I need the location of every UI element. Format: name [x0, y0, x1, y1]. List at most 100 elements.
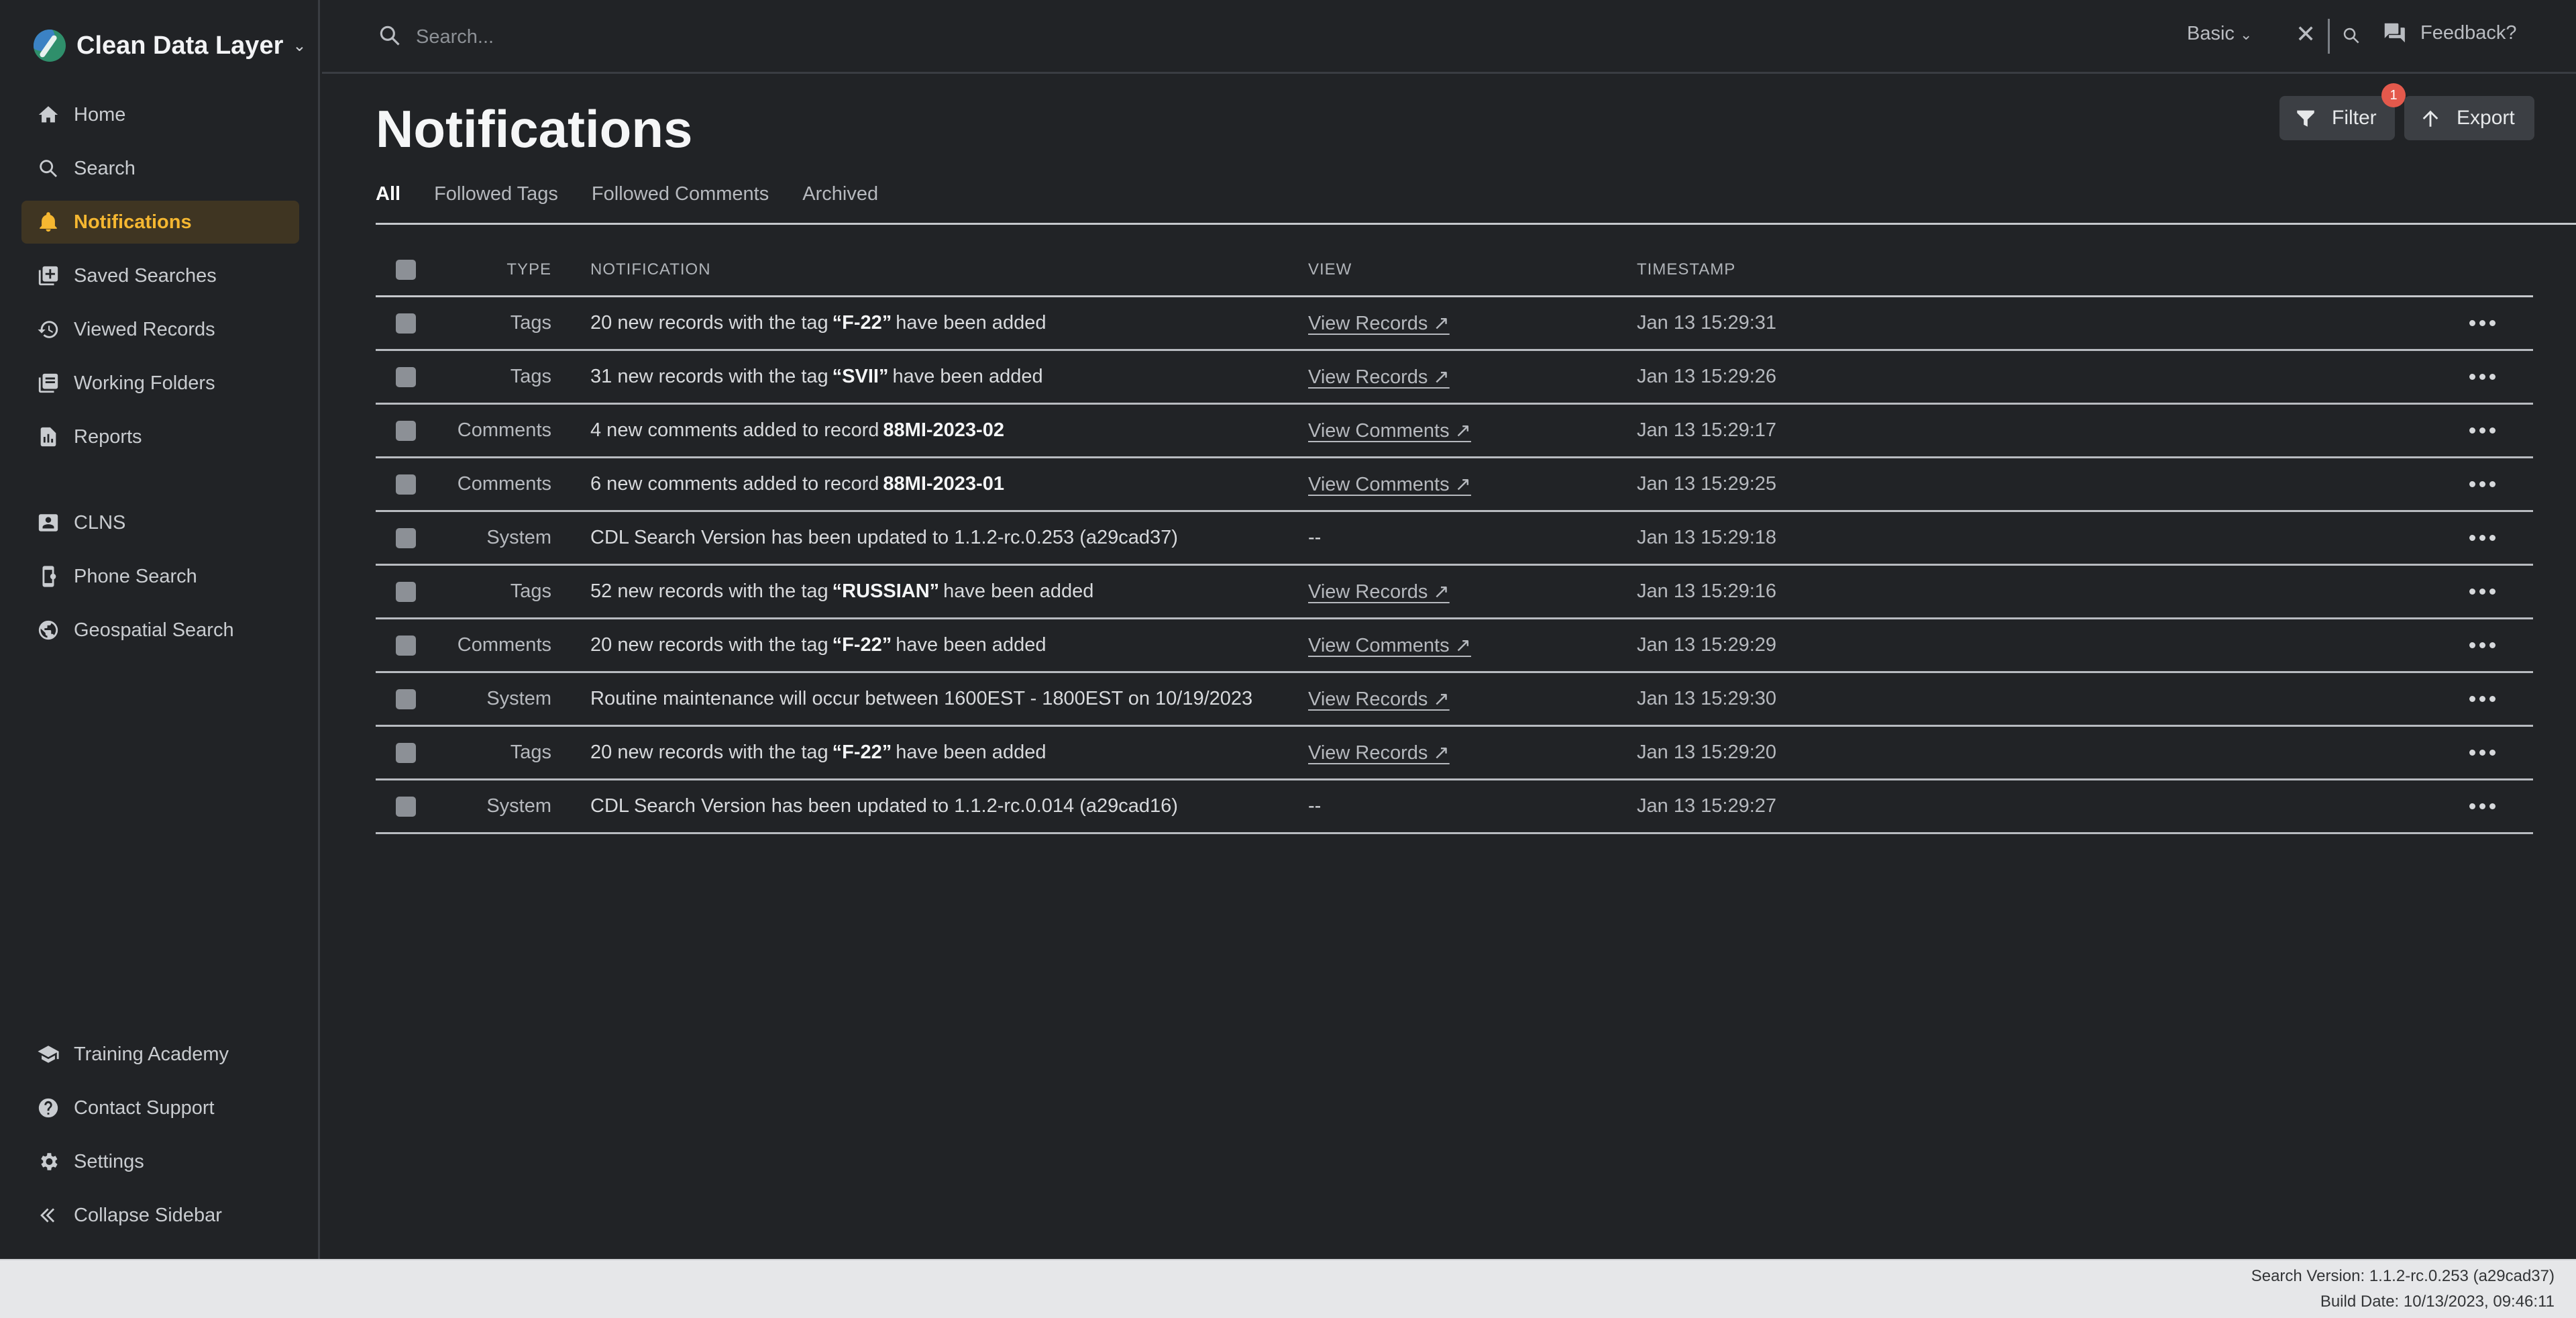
table-row[interactable]: Comments 6 new comments added to record 88…	[376, 458, 2533, 512]
table-row[interactable]: Comments 20 new records with the tag “F-22…	[376, 619, 2533, 673]
table-header: Type Notification View Timestamp	[376, 244, 2533, 297]
sidebar-item-working-folders[interactable]: Working Folders	[21, 362, 299, 405]
row-more-button[interactable]	[2449, 351, 2516, 403]
table-row[interactable]: System CDL Search Version has been update…	[376, 780, 2533, 834]
search-input[interactable]	[415, 16, 1692, 58]
tab-followed-comments[interactable]: Followed Comments	[592, 183, 769, 219]
sidebar-item-viewed-records[interactable]: Viewed Records	[21, 308, 299, 351]
view-link[interactable]: View Records ↗	[1308, 311, 1450, 335]
table-row[interactable]: Tags 52 new records with the tag “RUSSIAN”…	[376, 566, 2533, 619]
sidebar-item-settings[interactable]: Settings	[21, 1140, 299, 1183]
notification-highlight: “F-22”	[832, 742, 892, 763]
export-label: Export	[2457, 107, 2515, 129]
version-footer: Search Version: 1.1.2-rc.0.253 (a29cad37…	[0, 1259, 2576, 1318]
row-view-cell: View Records ↗	[1308, 297, 1450, 349]
double-chevron-left-icon	[36, 1203, 60, 1227]
top-search-bar: Basic ⌄ ✕ Feedback?	[322, 0, 2576, 74]
row-notification: 20 new records with the tag “F-22” have be…	[590, 727, 1046, 778]
view-link[interactable]: View Records ↗	[1308, 741, 1450, 764]
sidebar-item-geospatial-search[interactable]: Geospatial Search	[21, 609, 299, 652]
row-more-button[interactable]	[2449, 727, 2516, 778]
export-button[interactable]: Export	[2404, 96, 2534, 140]
tab-followed-tags[interactable]: Followed Tags	[434, 183, 558, 219]
table-row[interactable]: Tags 20 new records with the tag “F-22” hav…	[376, 727, 2533, 780]
view-link[interactable]: View Comments ↗	[1308, 633, 1471, 657]
row-view-cell: --	[1308, 780, 1321, 832]
row-view-cell: --	[1308, 512, 1321, 564]
row-more-button[interactable]	[2449, 673, 2516, 725]
feedback-label: Feedback?	[2420, 21, 2517, 44]
row-more-button[interactable]	[2449, 512, 2516, 564]
notification-text-end: have been added	[896, 742, 1046, 763]
sidebar-item-phone-search[interactable]: Phone Search	[21, 555, 299, 598]
row-view-cell: View Records ↗	[1308, 727, 1450, 778]
sidebar-item-home[interactable]: Home	[21, 93, 299, 136]
table-row[interactable]: Comments 4 new comments added to record 88…	[376, 405, 2533, 458]
view-link[interactable]: View Records ↗	[1308, 687, 1450, 711]
table-row[interactable]: System Routine maintenance will occur bet…	[376, 673, 2533, 727]
view-link[interactable]: View Records ↗	[1308, 365, 1450, 389]
submit-search-icon[interactable]	[2341, 26, 2361, 46]
sidebar-item-label: Geospatial Search	[74, 619, 234, 641]
brand-name: Clean Data Layer	[76, 31, 284, 60]
more-horizontal-icon	[2469, 427, 2496, 434]
sidebar-item-clns[interactable]: CLNS	[21, 501, 299, 544]
more-horizontal-icon	[2469, 750, 2496, 756]
table-row[interactable]: System CDL Search Version has been update…	[376, 512, 2533, 566]
sidebar-item-search[interactable]: Search	[21, 147, 299, 190]
row-more-button[interactable]	[2449, 566, 2516, 617]
row-view-cell: View Comments ↗	[1308, 405, 1471, 456]
table-row[interactable]: Tags 20 new records with the tag “F-22” hav…	[376, 297, 2533, 351]
header-notification[interactable]: Notification	[590, 244, 711, 295]
sidebar-item-collapse-sidebar[interactable]: Collapse Sidebar	[21, 1194, 299, 1237]
row-type: System	[486, 527, 551, 548]
sidebar-item-contact-support[interactable]: Contact Support	[21, 1086, 299, 1129]
header-timestamp[interactable]: Timestamp	[1637, 244, 1735, 295]
sidebar-item-label: Home	[74, 103, 126, 125]
sidebar-item-training-academy[interactable]: Training Academy	[21, 1033, 299, 1076]
globe-icon	[36, 618, 60, 642]
row-type: System	[486, 688, 551, 709]
feedback-link[interactable]: Feedback?	[2381, 20, 2517, 46]
search-mode-select[interactable]: Basic ⌄	[2187, 23, 2252, 45]
notification-text: 20 new records with the tag	[590, 634, 828, 656]
row-more-button[interactable]	[2449, 297, 2516, 349]
sidebar-item-label: Search	[74, 157, 136, 179]
notification-highlight: “RUSSIAN”	[832, 580, 940, 602]
view-link[interactable]: View Comments ↗	[1308, 472, 1471, 496]
row-view-cell: View Records ↗	[1308, 566, 1450, 617]
sidebar: Clean Data Layer ⌄ Home Search Notificat…	[0, 0, 320, 1259]
notification-text: CDL Search Version has been updated to 1…	[590, 795, 1178, 817]
notification-text: 52 new records with the tag	[590, 580, 828, 602]
sidebar-item-label: Notifications	[74, 211, 192, 233]
header-type[interactable]: Type	[376, 244, 551, 295]
view-link[interactable]: View Comments ↗	[1308, 419, 1471, 442]
sidebar-item-label: Contact Support	[74, 1097, 215, 1119]
bell-icon	[36, 210, 60, 234]
notification-text-end: have been added	[892, 366, 1043, 387]
filter-button[interactable]: Filter	[2279, 96, 2395, 140]
row-more-button[interactable]	[2449, 619, 2516, 671]
notification-text: 31 new records with the tag	[590, 366, 828, 387]
sidebar-item-notifications[interactable]: Notifications	[21, 201, 299, 244]
row-type: Comments	[457, 419, 551, 441]
row-more-button[interactable]	[2449, 405, 2516, 456]
tab-all[interactable]: All	[376, 183, 400, 219]
brand-switcher[interactable]: Clean Data Layer ⌄	[34, 28, 306, 63]
view-link[interactable]: View Records ↗	[1308, 580, 1450, 603]
table-row[interactable]: Tags 31 new records with the tag “SVII” hav…	[376, 351, 2533, 405]
sidebar-item-reports[interactable]: Reports	[21, 415, 299, 458]
sidebar-item-saved-searches[interactable]: Saved Searches	[21, 254, 299, 297]
row-more-button[interactable]	[2449, 458, 2516, 510]
history-icon	[36, 317, 60, 342]
row-view-cell: View Comments ↗	[1308, 619, 1471, 671]
row-more-button[interactable]	[2449, 780, 2516, 832]
arrow-up-icon	[2422, 110, 2438, 127]
sidebar-item-label: Settings	[74, 1150, 144, 1172]
search-version: Search Version: 1.1.2-rc.0.253 (a29cad37…	[2251, 1267, 2555, 1285]
chat-bubbles-icon	[2384, 23, 2405, 43]
report-icon	[36, 425, 60, 449]
row-timestamp: Jan 13 15:29:25	[1637, 473, 1777, 495]
clear-search-icon[interactable]: ✕	[2296, 20, 2316, 48]
tab-archived[interactable]: Archived	[802, 183, 878, 219]
